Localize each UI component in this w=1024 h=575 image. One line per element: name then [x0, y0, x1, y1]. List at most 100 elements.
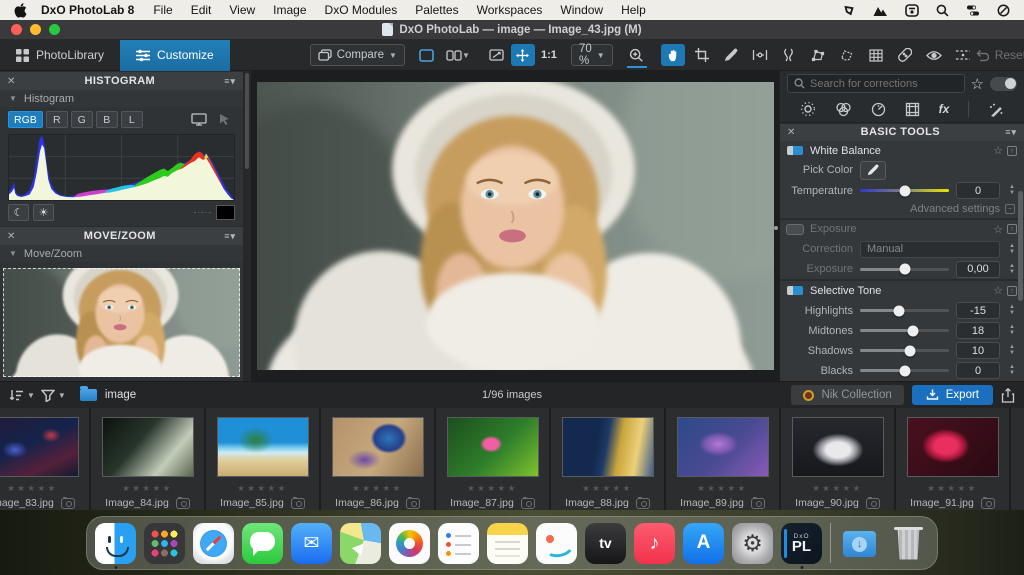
sort-button[interactable]: ▼ — [9, 389, 35, 402]
right-panel-scrollbar[interactable] — [1018, 191, 1023, 301]
midtones-value[interactable]: 18 — [956, 322, 1000, 339]
channel-rgb-button[interactable]: RGB — [8, 111, 43, 128]
white-balance-enable-toggle[interactable] — [787, 146, 803, 155]
maps-icon[interactable] — [340, 523, 381, 564]
thumbnail-image[interactable] — [447, 417, 539, 477]
exposure-value[interactable]: 0,00 — [956, 261, 1000, 278]
compare-button[interactable]: Compare ▼ — [310, 44, 405, 66]
menubar-app-name[interactable]: DxO PhotoLab 8 — [41, 3, 134, 17]
zoom-in-tool-button[interactable] — [625, 44, 649, 66]
geometry-category-icon[interactable] — [905, 102, 920, 117]
hand-tool-button[interactable] — [661, 44, 685, 66]
apple-tv-icon[interactable]: tv — [585, 523, 626, 564]
mask-outline-button[interactable] — [951, 44, 975, 66]
menubar-extra-shape-icon[interactable] — [842, 4, 856, 17]
left-panel-scrollbar[interactable] — [243, 71, 251, 381]
repair-tool-button[interactable] — [893, 44, 917, 66]
exposure-slider-thumb[interactable] — [899, 264, 910, 275]
menubar-window-icon[interactable] — [905, 4, 919, 17]
movezoom-preview[interactable] — [1, 266, 242, 379]
blacks-slider-thumb[interactable] — [899, 365, 910, 376]
zoom-window-button[interactable] — [49, 24, 60, 35]
filmstrip-item[interactable]: ★★★★★ Image_90.jpg — [781, 408, 896, 510]
blacks-value[interactable]: 0 — [956, 362, 1000, 379]
dxo-photolab-dock-icon[interactable]: DxOPL — [781, 523, 822, 564]
detail-category-icon[interactable] — [871, 102, 886, 117]
local-adjustments-icon[interactable] — [988, 102, 1004, 117]
channel-r-button[interactable]: R — [46, 111, 68, 128]
trash-icon[interactable] — [888, 523, 929, 564]
filmstrip-item[interactable]: ★★★★★ Image_88.jpg — [551, 408, 666, 510]
thumbnail-image[interactable] — [332, 417, 424, 477]
close-icon[interactable]: ✕ — [7, 231, 15, 242]
export-button[interactable]: Export — [912, 385, 993, 405]
menu-window[interactable]: Window — [560, 3, 603, 17]
correction-mode-select[interactable]: Manual — [860, 241, 1000, 258]
white-balance-header[interactable]: White Balance ☆↑ — [780, 141, 1024, 160]
downloads-folder-icon[interactable] — [839, 523, 880, 564]
star-rating[interactable]: ★★★★★ — [582, 483, 633, 494]
tab-photolibrary[interactable]: PhotoLibrary — [0, 40, 120, 71]
filmstrip-item[interactable]: ★★★★★ Image_84.jpg — [91, 408, 206, 510]
monitor-icon[interactable] — [188, 112, 210, 128]
close-icon[interactable]: ✕ — [7, 76, 15, 87]
launchpad-icon[interactable] — [144, 523, 185, 564]
thumbnail-image[interactable] — [792, 417, 884, 477]
palette-menu-icon[interactable]: ≡▾ — [1005, 127, 1017, 138]
close-icon[interactable]: ✕ — [787, 127, 795, 138]
fit-to-screen-button[interactable] — [485, 44, 509, 66]
thumbnail-image[interactable] — [562, 417, 654, 477]
filmstrip-item[interactable]: ★★★★★ Image_83.jpg — [0, 408, 91, 510]
highlights-slider[interactable] — [860, 309, 949, 312]
channel-g-button[interactable]: G — [71, 111, 93, 128]
tab-customize[interactable]: Customize — [120, 40, 230, 71]
shadows-stepper[interactable]: ▲▼ — [1007, 345, 1017, 356]
perspective-grid-tool-button[interactable] — [864, 44, 888, 66]
temperature-stepper[interactable]: ▲▼ — [1007, 185, 1017, 196]
main-photo[interactable] — [257, 82, 774, 370]
menu-file[interactable]: File — [153, 3, 172, 17]
share-icon[interactable] — [1001, 388, 1015, 403]
filmstrip-item[interactable]: ★★★★★ Image_87.jpg — [436, 408, 551, 510]
star-rating[interactable]: ★★★★★ — [352, 483, 403, 494]
menu-dxo-modules[interactable]: DxO Modules — [325, 3, 398, 17]
shadows-slider[interactable] — [860, 349, 949, 352]
menu-edit[interactable]: Edit — [191, 3, 212, 17]
thumbnail-image[interactable] — [0, 417, 79, 477]
color-category-icon[interactable] — [835, 102, 852, 117]
reminders-icon[interactable] — [438, 523, 479, 564]
show-corrections-eye-button[interactable] — [922, 44, 946, 66]
menu-help[interactable]: Help — [621, 3, 646, 17]
blacks-slider[interactable] — [860, 369, 949, 372]
reset-correction-icon[interactable]: ↑ — [1007, 286, 1017, 296]
menu-palettes[interactable]: Palettes — [415, 3, 458, 17]
star-rating[interactable]: ★★★★★ — [812, 483, 863, 494]
collapse-icon[interactable]: − — [1005, 204, 1015, 214]
reshape-tool-button[interactable] — [777, 44, 801, 66]
focus-icon[interactable] — [997, 4, 1010, 17]
control-center-icon[interactable] — [966, 4, 980, 17]
finder-icon[interactable] — [95, 523, 136, 564]
close-window-button[interactable] — [11, 24, 22, 35]
shadows-value[interactable]: 10 — [956, 342, 1000, 359]
polygon-tool-button[interactable] — [835, 44, 859, 66]
star-rating[interactable]: ★★★★★ — [927, 483, 978, 494]
reset-correction-icon[interactable]: ↑ — [1007, 146, 1017, 156]
horizon-tool-button[interactable] — [748, 44, 772, 66]
highlight-clipping-button[interactable]: ☀ — [33, 204, 54, 221]
auto-mask-tool-button[interactable] — [806, 44, 830, 66]
star-rating[interactable]: ★★★★★ — [697, 483, 748, 494]
exposure-enable-toggle[interactable] — [787, 225, 803, 234]
minimize-window-button[interactable] — [30, 24, 41, 35]
highlights-slider-thumb[interactable] — [894, 305, 905, 316]
corrections-toggle[interactable] — [990, 77, 1017, 91]
safari-icon[interactable] — [193, 523, 234, 564]
blacks-stepper[interactable]: ▲▼ — [1007, 365, 1017, 376]
movezoom-section-row[interactable]: ▼ Move/Zoom — [0, 245, 243, 262]
star-rating[interactable]: ★★★★★ — [122, 483, 173, 494]
correction-stepper[interactable]: ▲▼ — [1007, 244, 1017, 255]
star-rating[interactable]: ★★★★★ — [7, 483, 58, 494]
menu-view[interactable]: View — [229, 3, 255, 17]
midtones-slider-thumb[interactable] — [908, 325, 919, 336]
thumbnail-image[interactable] — [217, 417, 309, 477]
